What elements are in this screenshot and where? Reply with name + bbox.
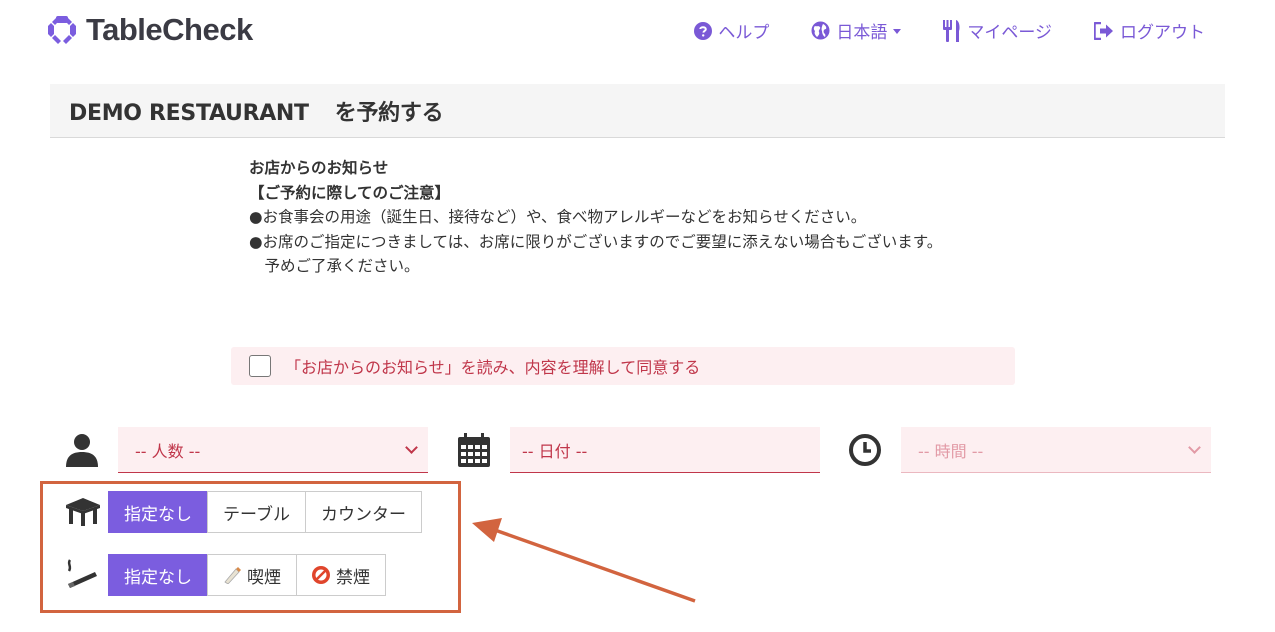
agreement-checkbox-row[interactable]: 「お店からのお知らせ」を読み、内容を理解して同意する	[231, 347, 1015, 385]
smoking-any-button[interactable]: 指定なし	[108, 554, 208, 596]
people-select[interactable]: -- 人数 --	[118, 427, 428, 473]
seat-type-buttons: 指定なし テーブル カウンター	[108, 491, 422, 533]
cigarette-small-icon	[224, 567, 241, 584]
help-label: ヘルプ	[718, 23, 770, 43]
utensils-icon	[943, 19, 960, 42]
mypage-link[interactable]: マイページ	[943, 18, 1052, 43]
notice-heading: 【ご予約に際してのご注意】	[249, 183, 451, 202]
non-smoking-button[interactable]: 禁煙	[296, 554, 386, 596]
seat-preferences-highlight: 指定なし テーブル カウンター 指定なし 喫煙 禁煙	[40, 481, 461, 613]
table-icon	[66, 498, 100, 526]
language-dropdown[interactable]: 日本語	[811, 18, 902, 43]
cigarette-icon	[67, 559, 97, 588]
date-select-value: -- 日付 --	[522, 441, 588, 461]
chevron-down-icon	[1188, 440, 1201, 454]
time-field: -- 時間 --	[845, 426, 1211, 474]
people-select-value: -- 人数 --	[135, 441, 201, 461]
smoking-row: 指定なし 喫煙 禁煙	[65, 554, 386, 596]
agreement-label: 「お店からのお知らせ」を読み、内容を理解して同意する	[285, 358, 701, 377]
time-select-value: -- 時間 --	[918, 441, 984, 461]
sign-out-icon	[1094, 21, 1113, 40]
notice-line: ●お食事会の用途（誕生日、接待など）や、食べ物アレルギーなどをお知らせください。	[249, 208, 867, 226]
tablecheck-logo[interactable]: TableCheck	[48, 12, 253, 48]
smoking-allowed-button[interactable]: 喫煙	[207, 554, 297, 596]
logout-label: ログアウト	[1120, 23, 1205, 43]
time-select[interactable]: -- 時間 --	[901, 427, 1211, 473]
restaurant-notice: お店からのお知らせ 【ご予約に際してのご注意】 ●お食事会の用途（誕生日、接待な…	[249, 156, 1009, 279]
page-title: DEMO RESTAURANT を予約する	[69, 95, 444, 127]
logo-mark-icon	[48, 16, 76, 44]
seat-counter-button[interactable]: カウンター	[304, 491, 422, 533]
question-circle-icon	[694, 21, 713, 40]
notice-line: 予めご了承ください。	[249, 257, 420, 275]
smoking-buttons: 指定なし 喫煙 禁煙	[108, 554, 386, 596]
mypage-label: マイページ	[967, 23, 1052, 43]
logo-text: TableCheck	[86, 12, 253, 47]
date-field: -- 日付 --	[454, 426, 820, 474]
chevron-down-icon	[405, 440, 418, 454]
language-label: 日本語	[836, 23, 888, 43]
title-action: を予約する	[334, 100, 444, 126]
page-title-bar: DEMO RESTAURANT を予約する	[50, 84, 1225, 138]
notice-line: ●お席のご指定につきましては、お席に限りがございますのでご要望に添えない場合もご…	[249, 232, 943, 251]
seat-type-row: 指定なし テーブル カウンター	[65, 491, 422, 533]
notice-title: お店からのお知らせ	[249, 159, 389, 177]
logout-link[interactable]: ログアウト	[1094, 18, 1205, 43]
no-smoking-icon	[312, 566, 330, 584]
seat-table-button[interactable]: テーブル	[207, 491, 306, 533]
restaurant-name: DEMO RESTAURANT	[69, 100, 309, 126]
help-link[interactable]: ヘルプ	[694, 18, 769, 43]
annotation-arrow-icon	[472, 518, 696, 603]
date-select[interactable]: -- 日付 --	[510, 427, 820, 473]
calendar-icon	[454, 430, 494, 470]
globe-icon	[811, 21, 830, 40]
caret-down-icon	[893, 29, 902, 34]
non-smoking-label: 禁煙	[336, 567, 370, 588]
seat-any-button[interactable]: 指定なし	[108, 491, 208, 533]
user-icon	[62, 430, 102, 470]
clock-icon	[845, 430, 885, 470]
agreement-checkbox[interactable]	[249, 355, 271, 377]
people-field: -- 人数 --	[62, 426, 428, 474]
top-navigation: ヘルプ 日本語 マイページ ログアウト	[652, 18, 1205, 43]
smoking-allowed-label: 喫煙	[247, 567, 281, 588]
